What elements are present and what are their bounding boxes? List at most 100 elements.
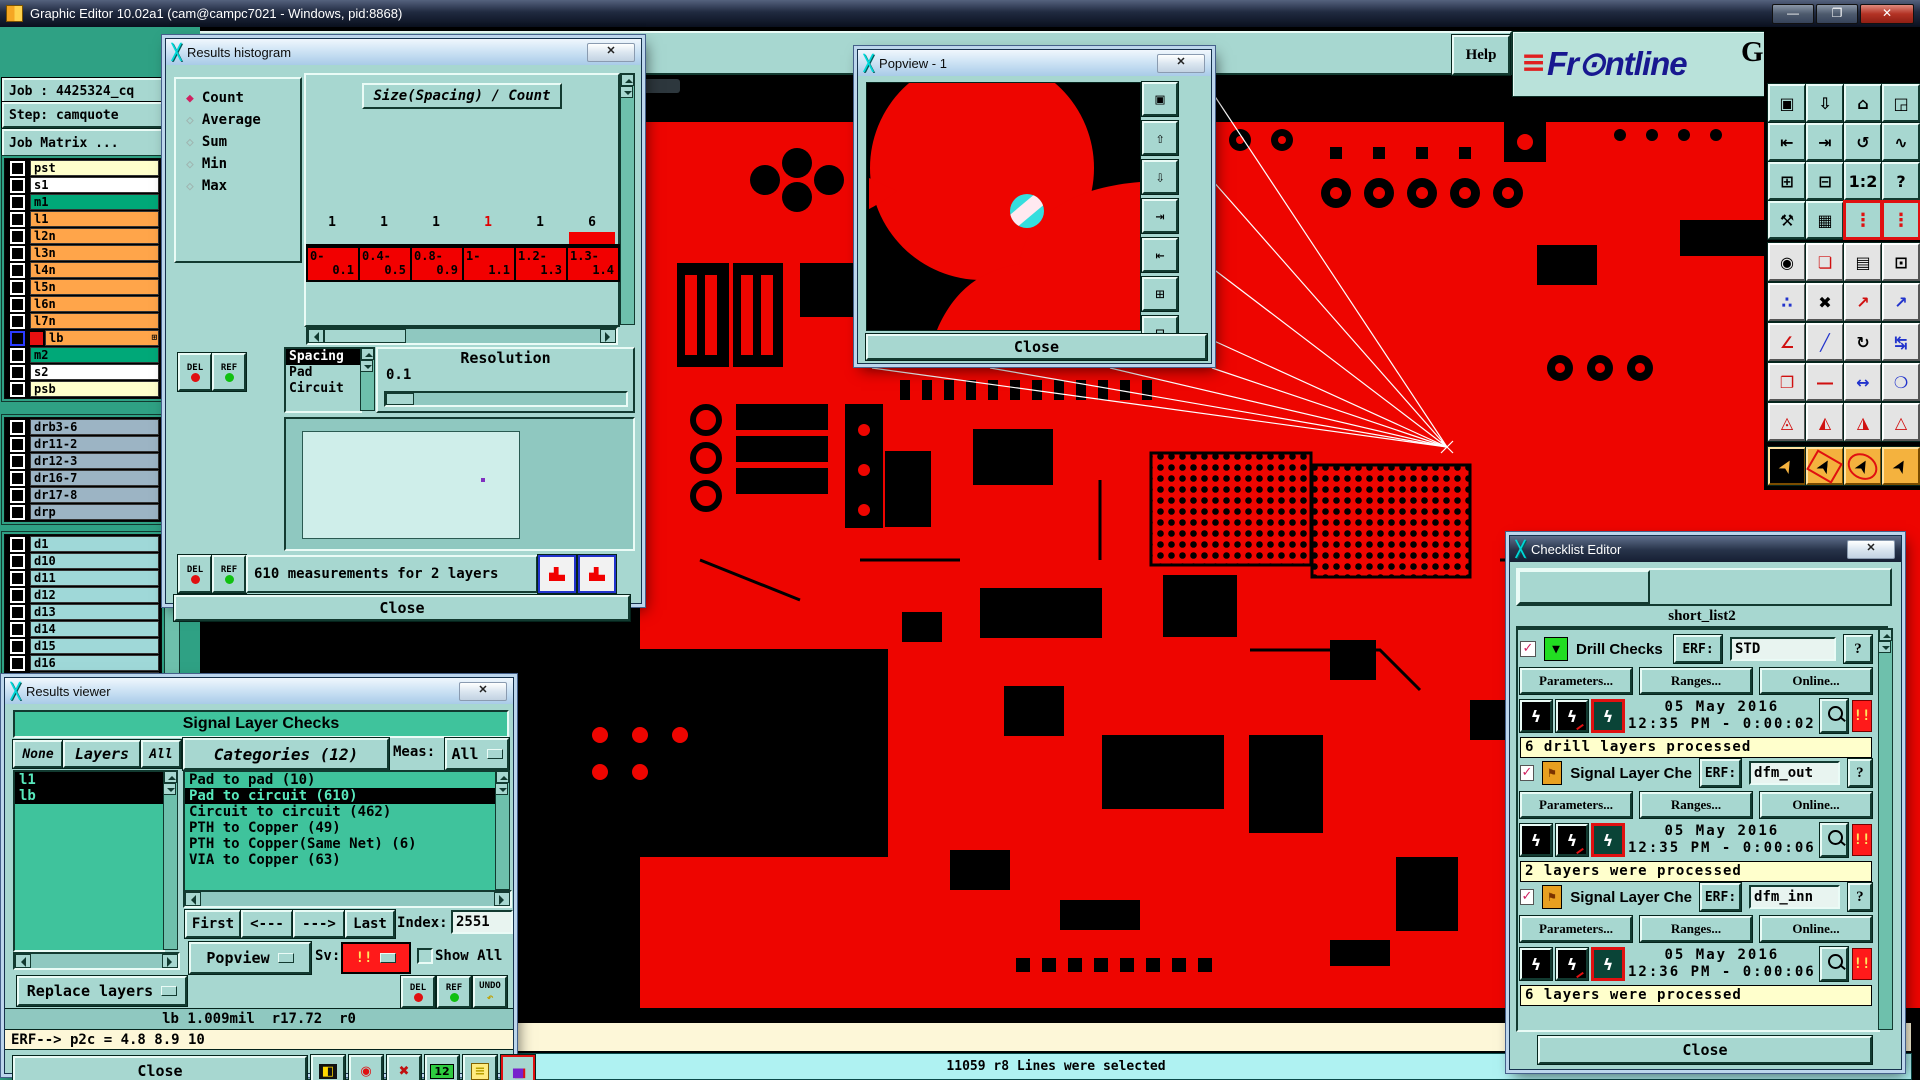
layer-visibility-checkbox[interactable] (10, 263, 25, 278)
layer-visibility-checkbox[interactable] (10, 622, 25, 637)
layer-row[interactable]: l2n (7, 228, 159, 244)
toolbar-button[interactable]: ― (1806, 363, 1844, 401)
slider-thumb[interactable] (386, 393, 414, 405)
next-button[interactable]: ---> (293, 910, 345, 938)
viewer-action-button[interactable]: ≡ (463, 1055, 497, 1080)
toolbar-button[interactable]: ◭ (1806, 403, 1844, 441)
layer-visibility-checkbox[interactable] (10, 314, 25, 329)
histogram-bin[interactable]: 1 0-0.1 (306, 215, 358, 282)
erf-button[interactable]: ERF: (1674, 635, 1722, 663)
popview-tool-button[interactable]: ⇩ (1142, 160, 1178, 194)
histogram-bin[interactable]: 1 1.2-1.3 (514, 215, 566, 282)
histogram-close-icon[interactable]: ✕ (587, 43, 635, 62)
scroll-right-icon[interactable] (600, 329, 616, 343)
layer-row[interactable]: d12 (7, 587, 159, 603)
scroll-left-icon[interactable] (308, 329, 324, 343)
layers-button[interactable]: Layers (63, 740, 141, 768)
histogram-bin[interactable]: 1 0.4-0.5 (358, 215, 410, 282)
viewer-action-button[interactable]: ◧ (311, 1055, 345, 1080)
layer-row[interactable]: l6n (7, 296, 159, 312)
toolbar-button[interactable]: ∿ (1882, 123, 1920, 161)
layer-visibility-checkbox[interactable] (10, 571, 25, 586)
popview-close-icon[interactable]: ✕ (1157, 54, 1205, 73)
layer-visibility-checkbox[interactable] (10, 212, 25, 227)
layer-row[interactable]: dr12-3 (7, 453, 159, 469)
del-button[interactable]: DEL (178, 353, 212, 391)
toolbar-button[interactable]: ❍ (1882, 363, 1920, 401)
layer-visibility-checkbox[interactable] (10, 437, 25, 452)
layer-visibility-checkbox[interactable] (10, 365, 25, 380)
help-menu[interactable]: Help (1452, 35, 1510, 75)
layer-row[interactable]: drb3-6 (7, 419, 159, 435)
prev-button[interactable]: <--- (241, 910, 293, 938)
layer-visibility-checkbox[interactable] (10, 331, 25, 346)
scroll-up-icon[interactable] (1879, 629, 1892, 641)
toolbar-button[interactable]: ❏ (1806, 243, 1844, 281)
export-histogram-button[interactable] (538, 555, 576, 593)
histogram-titlebar[interactable]: ╳ Results histogram ✕ (166, 39, 641, 65)
toolbar-button[interactable]: ∠ (1768, 323, 1806, 361)
layer-visibility-checkbox[interactable] (10, 554, 25, 569)
parameters-button[interactable]: Parameters... (1520, 668, 1632, 694)
parameters-button[interactable]: Parameters... (1520, 792, 1632, 818)
checklist-close-button[interactable]: Close (1538, 1036, 1872, 1064)
toolbar-button[interactable]: ↻ (1844, 323, 1882, 361)
category-item[interactable]: Pad to circuit (610) (185, 788, 495, 804)
run-button[interactable]: ϟ (1592, 824, 1624, 856)
layer-row[interactable]: psb (7, 381, 159, 397)
help-button[interactable]: ? (1848, 759, 1872, 787)
online-button[interactable]: Online... (1760, 792, 1872, 818)
toolbar-button[interactable]: ↔ (1844, 363, 1882, 401)
ranges-button[interactable]: Ranges... (1640, 668, 1752, 694)
layer-visibility-checkbox[interactable] (10, 348, 25, 363)
plot-vscrollbar[interactable] (620, 73, 635, 325)
layer-row[interactable]: drp (7, 504, 159, 520)
toolbar-button[interactable]: ◬ (1768, 403, 1806, 441)
toolbar-button[interactable]: ➤ (1882, 447, 1920, 485)
erf-field[interactable]: dfm_inn (1749, 885, 1840, 909)
layer-row[interactable]: dr17-8 (7, 487, 159, 503)
layer-visibility-checkbox[interactable] (10, 588, 25, 603)
layer-visibility-checkbox[interactable] (10, 195, 25, 210)
run-button[interactable]: ϟ (1556, 948, 1588, 980)
layer-row[interactable]: l3n (7, 245, 159, 261)
layer-row[interactable]: d13 (7, 604, 159, 620)
popview-tool-button[interactable]: ⊞ (1142, 277, 1178, 311)
measure-item[interactable]: Pad (286, 365, 360, 381)
scroll-down-icon[interactable] (360, 360, 373, 372)
toolbar-button[interactable]: ⊟ (1806, 162, 1844, 200)
toolbar-button[interactable]: ➤ (1844, 447, 1882, 485)
zoom-result-button[interactable] (1820, 947, 1848, 981)
layer-visibility-checkbox[interactable] (10, 505, 25, 520)
layer-row[interactable]: l4n (7, 262, 159, 278)
toolbar-button[interactable]: △ (1882, 403, 1920, 441)
first-button[interactable]: First (185, 910, 241, 938)
error-badge[interactable]: !! (1852, 700, 1872, 732)
show-all-checkbox[interactable] (417, 948, 433, 964)
layer-visibility-checkbox[interactable] (10, 454, 25, 469)
toolbar-button[interactable]: ∴ (1768, 283, 1806, 321)
layers-hscrollbar[interactable] (13, 952, 180, 970)
histogram-mode-radio[interactable]: ◇ Average (186, 109, 300, 131)
scroll-down-icon[interactable] (163, 783, 176, 795)
results-viewer-close-button[interactable]: Close (13, 1056, 307, 1080)
erf-button[interactable]: ERF: (1700, 883, 1741, 911)
help-button[interactable]: ? (1844, 635, 1872, 663)
measure-scrollbar[interactable] (360, 347, 375, 411)
toolbar-button[interactable]: ◲ (1882, 84, 1920, 122)
erf-field[interactable]: dfm_out (1749, 761, 1840, 785)
layer-row[interactable]: pst (7, 160, 159, 176)
toolbar-button[interactable]: ◮ (1844, 403, 1882, 441)
scroll-down-icon[interactable] (495, 783, 508, 795)
zoom-result-button[interactable] (1820, 699, 1848, 733)
layer-row[interactable]: dr16-7 (7, 470, 159, 486)
layer-row[interactable]: lb (7, 330, 159, 346)
histogram-mode-radio[interactable]: ◆ Count (186, 87, 300, 109)
layer-row[interactable]: m1 (7, 194, 159, 210)
checklist-close-icon[interactable]: ✕ (1847, 540, 1895, 559)
scroll-left-icon[interactable] (185, 892, 201, 906)
categories-hscrollbar[interactable] (183, 890, 512, 908)
toolbar-button[interactable]: ✖ (1806, 283, 1844, 321)
close-button[interactable]: ✕ (1860, 4, 1914, 24)
window-titlebar[interactable]: Graphic Editor 10.02a1 (cam@campc7021 - … (0, 0, 1920, 27)
